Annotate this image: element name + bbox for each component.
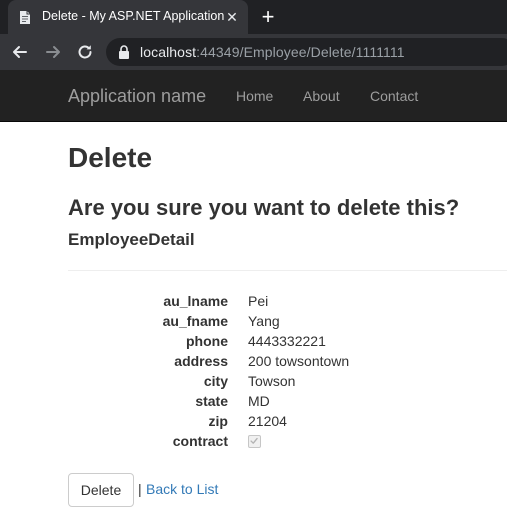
label-phone: phone <box>186 333 228 349</box>
reload-icon[interactable] <box>75 42 95 62</box>
contract-checkbox <box>248 435 261 448</box>
value-city: Towson <box>248 373 296 389</box>
browser-tab[interactable]: Delete - My ASP.NET Application ✕ <box>8 0 248 34</box>
nav-link-about[interactable]: About <box>303 88 340 104</box>
browser-tab-strip: Delete - My ASP.NET Application ✕ + <box>0 0 507 34</box>
value-au-lname: Pei <box>248 293 269 309</box>
back-arrow-icon[interactable] <box>10 42 30 62</box>
value-address: 200 towsontown <box>248 353 350 369</box>
entity-subtitle: EmployeeDetail <box>68 230 195 249</box>
value-state: MD <box>248 393 270 409</box>
app-navbar: Application name Home About Contact <box>0 70 507 122</box>
page-title: Delete <box>68 142 153 173</box>
divider <box>68 270 507 271</box>
label-city: city <box>203 373 228 389</box>
browser-toolbar: localhost:44349/Employee/Delete/1111111 <box>0 34 507 70</box>
page-icon <box>20 11 30 24</box>
label-address: address <box>174 353 228 369</box>
label-contract: contract <box>172 433 228 449</box>
brand-link[interactable]: Application name <box>68 86 206 107</box>
plus-icon[interactable]: + <box>259 6 277 28</box>
value-au-fname: Yang <box>248 313 280 329</box>
close-icon[interactable]: ✕ <box>224 9 240 25</box>
value-phone: 4443332221 <box>248 333 326 349</box>
back-to-list-link[interactable]: Back to List <box>146 481 218 497</box>
delete-button[interactable]: Delete <box>68 473 134 507</box>
confirm-question: Are you sure you want to delete this? <box>68 195 460 220</box>
nav-link-home[interactable]: Home <box>236 88 273 104</box>
address-bar[interactable]: localhost:44349/Employee/Delete/1111111 <box>106 38 507 66</box>
label-zip: zip <box>208 413 228 429</box>
lock-icon[interactable] <box>118 45 130 59</box>
url-text: localhost:44349/Employee/Delete/1111111 <box>140 44 405 60</box>
value-zip: 21204 <box>248 413 287 429</box>
label-state: state <box>195 393 228 409</box>
action-separator: | <box>138 481 142 497</box>
tab-title: Delete - My ASP.NET Application <box>42 9 225 23</box>
url-host: localhost <box>140 44 197 60</box>
label-au-lname: au_lname <box>163 293 228 309</box>
nav-link-contact[interactable]: Contact <box>370 88 418 104</box>
url-path: :44349/Employee/Delete/1111111 <box>196 44 405 60</box>
check-icon <box>250 437 258 444</box>
label-au-fname: au_fname <box>162 313 228 329</box>
forward-arrow-icon[interactable] <box>43 42 63 62</box>
